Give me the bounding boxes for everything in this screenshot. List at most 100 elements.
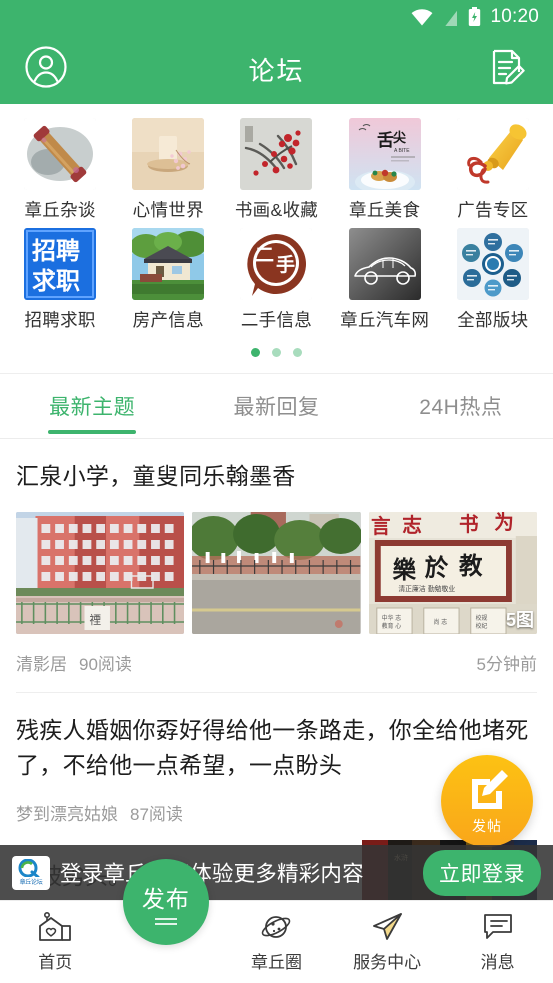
page-title: 论坛 (248, 55, 305, 86)
tab-24h-hot[interactable]: 24H热点 (369, 374, 553, 438)
tab-latest-replies[interactable]: 最新回复 (184, 374, 368, 438)
tab-latest-topics[interactable]: 最新主题 (0, 374, 184, 438)
pager-dot-1[interactable] (251, 348, 260, 357)
category-thumb-house (132, 228, 205, 300)
category-item-fangchan-xinxi[interactable]: 房产信息 (119, 228, 217, 332)
category-label: 章丘杂谈 (24, 200, 96, 220)
category-label: 房产信息 (132, 310, 204, 330)
post-author: 清影居 (16, 654, 67, 674)
post-thumbnail[interactable]: 言志 书为 樂於教 清正廉洁 勤勉敬业 中华 志 教育 心 尚 志 校规 校纪 … (368, 511, 537, 634)
svg-text:校规: 校规 (475, 614, 487, 622)
paper-plane-icon (371, 910, 403, 944)
category-thumb-all-boards (456, 228, 529, 300)
category-label: 全部版块 (457, 310, 529, 330)
user-profile-button[interactable] (22, 45, 70, 93)
nav-label: 消息 (480, 953, 515, 972)
svg-text:求职: 求职 (32, 267, 80, 295)
category-pager[interactable] (0, 334, 553, 369)
svg-text:言: 言 (371, 513, 391, 537)
nav-item-service-center[interactable]: 服务中心 (332, 901, 443, 973)
pager-dot-2[interactable] (272, 348, 281, 357)
login-now-button[interactable]: 立即登录 (423, 849, 541, 896)
nav-item-home[interactable]: 首页 (0, 901, 111, 973)
svg-text:为: 为 (494, 512, 514, 534)
nav-label: 章丘圈 (250, 953, 302, 972)
svg-text:於: 於 (424, 553, 448, 581)
category-label: 二手信息 (240, 310, 313, 330)
category-panel: 章丘杂谈 心情世界 书画&收藏 舌 尖 A BITE 章丘美食 广告专区 招聘 … (0, 104, 553, 373)
svg-text:舌: 舌 (377, 130, 394, 151)
forum-logo-icon: 章丘论坛 (12, 855, 50, 890)
publish-button[interactable]: 发布 (122, 859, 209, 945)
post-title: 汇泉小学，童叟同乐翰墨香 (16, 463, 296, 489)
category-label: 书画&收藏 (234, 200, 319, 220)
login-prompt-banner: 章丘论坛 登录章丘论坛体验更多精彩内容 立即登录 (0, 845, 553, 900)
pager-dot-3[interactable] (293, 348, 302, 357)
svg-text:教: 教 (459, 551, 483, 579)
tab-label: 最新回复 (233, 396, 320, 419)
nav-label: 服务中心 (353, 953, 422, 972)
category-item-shuhua-shoucang[interactable]: 书画&收藏 (227, 118, 325, 222)
bottom-navigation: 首页 发布 章丘圈 服务中心 消息 (0, 859, 553, 983)
status-bar-clock: 10:20 (490, 6, 539, 27)
floating-post-label: 发帖 (472, 817, 502, 834)
planet-icon (260, 910, 292, 944)
post-time: 5分钟前 (476, 654, 537, 674)
category-thumb-car (348, 228, 421, 300)
category-thumb-candle (132, 118, 205, 190)
svg-text:书: 书 (459, 512, 479, 536)
post-thumbnail[interactable] (192, 511, 361, 634)
battery-charging-icon (468, 7, 481, 27)
login-prompt-message: 登录章丘论坛体验更多精彩内容 (60, 862, 364, 886)
nav-label: 首页 (38, 953, 73, 972)
tab-label: 24H热点 (419, 396, 503, 419)
category-thumb-megaphone (456, 118, 529, 190)
category-item-ershou-xinxi[interactable]: 二手 二手信息 (227, 228, 325, 332)
signal-off-icon (442, 7, 459, 27)
svg-text:教育 心: 教育 心 (381, 622, 401, 630)
app-root: 10:20 论坛 章丘杂谈 心情世界 书画&收藏 舌 尖 A BITE 章丘美食… (0, 0, 553, 983)
category-item-zhangqiu-qicheWang[interactable]: 章丘汽车网 (336, 228, 434, 332)
nav-item-messages[interactable]: 消息 (442, 901, 553, 973)
compose-pencil-icon (466, 767, 508, 814)
tab-label: 最新主题 (49, 396, 136, 419)
category-item-quanbu-bankuai[interactable]: 全部版块 (444, 228, 542, 332)
category-row-1: 章丘杂谈 心情世界 书画&收藏 舌 尖 A BITE 章丘美食 广告专区 (0, 114, 553, 224)
category-label: 广告专区 (457, 200, 529, 220)
post-item[interactable]: 汇泉小学，童叟同乐翰墨香 禋 言 志 书 为 樂 於 教 清正廉洁 勤勉敬业 中… (0, 439, 553, 692)
category-label: 章丘美食 (349, 200, 421, 220)
svg-text:清正廉洁 勤勉敬业: 清正廉洁 勤勉敬业 (398, 584, 455, 593)
svg-text:手: 手 (276, 253, 295, 276)
status-bar: 10:20 (0, 0, 553, 34)
category-thumb-scroll (24, 118, 97, 190)
image-count-badge: 5图 (505, 609, 534, 630)
compose-post-button[interactable] (483, 45, 531, 93)
post-thumbnail-row: 禋 言 志 书 为 樂 於 教 清正廉洁 勤勉敬业 中华 志 教育 心 尚 志 … (16, 511, 537, 634)
category-item-zhangqiu-meishi[interactable]: 舌尖 A BITE 章丘美食 (336, 118, 434, 222)
publish-icon (154, 917, 177, 925)
svg-text:尖: 尖 (393, 130, 406, 146)
category-label: 招聘求职 (24, 310, 96, 330)
category-label: 章丘汽车网 (340, 310, 430, 330)
category-thumb-plum-blossom (240, 118, 313, 190)
publish-label: 发布 (141, 885, 190, 912)
app-header: 论坛 (0, 34, 553, 104)
category-item-xinqing-shijie[interactable]: 心情世界 (119, 118, 217, 222)
svg-text:校纪: 校纪 (475, 622, 487, 630)
svg-text:樂: 樂 (392, 555, 416, 583)
category-thumb-jobs: 招聘 求职 (24, 228, 97, 300)
svg-text:二: 二 (255, 244, 274, 266)
svg-text:尚 志: 尚 志 (433, 618, 447, 626)
post-meta: 清影居 90阅读 5分钟前 (16, 634, 537, 692)
post-thumbnail[interactable]: 禋 (16, 511, 185, 634)
post-read-count: 87阅读 (130, 804, 183, 824)
category-item-zhangqiu-zatan[interactable]: 章丘杂谈 (11, 118, 109, 222)
svg-text:招聘: 招聘 (32, 237, 80, 265)
category-thumb-secondhand: 二手 (240, 228, 313, 300)
category-item-guanggao-zhuanqu[interactable]: 广告专区 (444, 118, 542, 222)
nav-item-zhangqiu-quan[interactable]: 章丘圈 (221, 901, 332, 973)
floating-post-button[interactable]: 发帖 (441, 755, 533, 847)
category-item-zhaopin-qiuzhi[interactable]: 招聘 求职 招聘求职 (11, 228, 109, 332)
post-read-count: 90阅读 (79, 654, 132, 674)
compose-post-icon (486, 46, 528, 93)
